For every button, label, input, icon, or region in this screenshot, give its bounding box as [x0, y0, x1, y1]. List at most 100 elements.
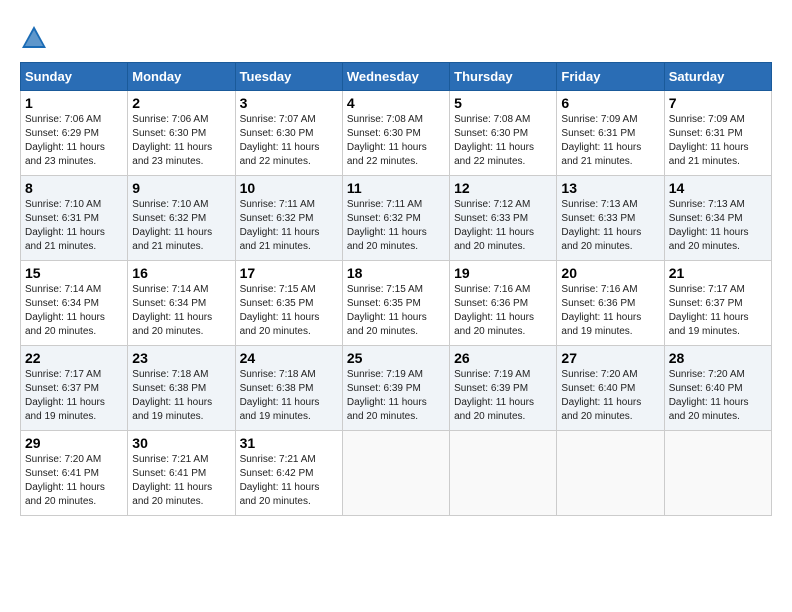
day-cell-3: 3 Sunrise: 7:07 AMSunset: 6:30 PMDayligh…: [235, 91, 342, 176]
day-info: Sunrise: 7:11 AMSunset: 6:32 PMDaylight:…: [240, 199, 320, 252]
day-number: 15: [25, 265, 123, 281]
day-info: Sunrise: 7:09 AMSunset: 6:31 PMDaylight:…: [561, 114, 641, 167]
day-cell-20: 20 Sunrise: 7:16 AMSunset: 6:36 PMDaylig…: [557, 261, 664, 346]
day-info: Sunrise: 7:12 AMSunset: 6:33 PMDaylight:…: [454, 199, 534, 252]
day-cell-23: 23 Sunrise: 7:18 AMSunset: 6:38 PMDaylig…: [128, 346, 235, 431]
day-cell-11: 11 Sunrise: 7:11 AMSunset: 6:32 PMDaylig…: [342, 176, 449, 261]
week-row-1: 1 Sunrise: 7:06 AMSunset: 6:29 PMDayligh…: [21, 91, 772, 176]
day-cell-6: 6 Sunrise: 7:09 AMSunset: 6:31 PMDayligh…: [557, 91, 664, 176]
day-number: 24: [240, 350, 338, 366]
day-info: Sunrise: 7:19 AMSunset: 6:39 PMDaylight:…: [347, 369, 427, 422]
day-cell-7: 7 Sunrise: 7:09 AMSunset: 6:31 PMDayligh…: [664, 91, 771, 176]
day-number: 23: [132, 350, 230, 366]
day-number: 14: [669, 180, 767, 196]
day-info: Sunrise: 7:06 AMSunset: 6:30 PMDaylight:…: [132, 114, 212, 167]
day-info: Sunrise: 7:10 AMSunset: 6:32 PMDaylight:…: [132, 199, 212, 252]
day-info: Sunrise: 7:14 AMSunset: 6:34 PMDaylight:…: [132, 284, 212, 337]
day-cell-5: 5 Sunrise: 7:08 AMSunset: 6:30 PMDayligh…: [450, 91, 557, 176]
day-cell-10: 10 Sunrise: 7:11 AMSunset: 6:32 PMDaylig…: [235, 176, 342, 261]
day-info: Sunrise: 7:18 AMSunset: 6:38 PMDaylight:…: [132, 369, 212, 422]
day-number: 22: [25, 350, 123, 366]
day-info: Sunrise: 7:20 AMSunset: 6:40 PMDaylight:…: [669, 369, 749, 422]
day-number: 27: [561, 350, 659, 366]
day-cell-24: 24 Sunrise: 7:18 AMSunset: 6:38 PMDaylig…: [235, 346, 342, 431]
day-cell-14: 14 Sunrise: 7:13 AMSunset: 6:34 PMDaylig…: [664, 176, 771, 261]
day-number: 20: [561, 265, 659, 281]
day-info: Sunrise: 7:13 AMSunset: 6:33 PMDaylight:…: [561, 199, 641, 252]
day-header-wednesday: Wednesday: [342, 63, 449, 91]
day-info: Sunrise: 7:15 AMSunset: 6:35 PMDaylight:…: [240, 284, 320, 337]
day-info: Sunrise: 7:08 AMSunset: 6:30 PMDaylight:…: [454, 114, 534, 167]
empty-cell: [342, 431, 449, 516]
week-row-4: 22 Sunrise: 7:17 AMSunset: 6:37 PMDaylig…: [21, 346, 772, 431]
day-header-saturday: Saturday: [664, 63, 771, 91]
empty-cell: [557, 431, 664, 516]
logo: [20, 20, 52, 52]
logo-icon: [20, 24, 48, 52]
day-cell-21: 21 Sunrise: 7:17 AMSunset: 6:37 PMDaylig…: [664, 261, 771, 346]
day-cell-8: 8 Sunrise: 7:10 AMSunset: 6:31 PMDayligh…: [21, 176, 128, 261]
week-row-3: 15 Sunrise: 7:14 AMSunset: 6:34 PMDaylig…: [21, 261, 772, 346]
day-number: 13: [561, 180, 659, 196]
day-number: 26: [454, 350, 552, 366]
day-cell-16: 16 Sunrise: 7:14 AMSunset: 6:34 PMDaylig…: [128, 261, 235, 346]
day-cell-19: 19 Sunrise: 7:16 AMSunset: 6:36 PMDaylig…: [450, 261, 557, 346]
day-number: 9: [132, 180, 230, 196]
day-number: 8: [25, 180, 123, 196]
day-cell-28: 28 Sunrise: 7:20 AMSunset: 6:40 PMDaylig…: [664, 346, 771, 431]
day-number: 30: [132, 435, 230, 451]
day-number: 12: [454, 180, 552, 196]
day-number: 11: [347, 180, 445, 196]
day-number: 3: [240, 95, 338, 111]
day-info: Sunrise: 7:21 AMSunset: 6:41 PMDaylight:…: [132, 454, 212, 507]
day-cell-31: 31 Sunrise: 7:21 AMSunset: 6:42 PMDaylig…: [235, 431, 342, 516]
day-cell-22: 22 Sunrise: 7:17 AMSunset: 6:37 PMDaylig…: [21, 346, 128, 431]
day-cell-9: 9 Sunrise: 7:10 AMSunset: 6:32 PMDayligh…: [128, 176, 235, 261]
day-info: Sunrise: 7:20 AMSunset: 6:40 PMDaylight:…: [561, 369, 641, 422]
day-info: Sunrise: 7:08 AMSunset: 6:30 PMDaylight:…: [347, 114, 427, 167]
calendar-header: [20, 20, 772, 52]
day-number: 18: [347, 265, 445, 281]
day-number: 4: [347, 95, 445, 111]
day-info: Sunrise: 7:07 AMSunset: 6:30 PMDaylight:…: [240, 114, 320, 167]
day-cell-27: 27 Sunrise: 7:20 AMSunset: 6:40 PMDaylig…: [557, 346, 664, 431]
day-cell-2: 2 Sunrise: 7:06 AMSunset: 6:30 PMDayligh…: [128, 91, 235, 176]
day-number: 19: [454, 265, 552, 281]
week-row-5: 29 Sunrise: 7:20 AMSunset: 6:41 PMDaylig…: [21, 431, 772, 516]
day-info: Sunrise: 7:13 AMSunset: 6:34 PMDaylight:…: [669, 199, 749, 252]
calendar-header-row: SundayMondayTuesdayWednesdayThursdayFrid…: [21, 63, 772, 91]
day-info: Sunrise: 7:21 AMSunset: 6:42 PMDaylight:…: [240, 454, 320, 507]
day-header-friday: Friday: [557, 63, 664, 91]
day-cell-4: 4 Sunrise: 7:08 AMSunset: 6:30 PMDayligh…: [342, 91, 449, 176]
day-number: 17: [240, 265, 338, 281]
day-header-sunday: Sunday: [21, 63, 128, 91]
day-cell-29: 29 Sunrise: 7:20 AMSunset: 6:41 PMDaylig…: [21, 431, 128, 516]
day-header-tuesday: Tuesday: [235, 63, 342, 91]
calendar-table: SundayMondayTuesdayWednesdayThursdayFrid…: [20, 62, 772, 516]
day-number: 16: [132, 265, 230, 281]
day-info: Sunrise: 7:20 AMSunset: 6:41 PMDaylight:…: [25, 454, 105, 507]
day-number: 7: [669, 95, 767, 111]
day-number: 31: [240, 435, 338, 451]
day-number: 28: [669, 350, 767, 366]
day-number: 1: [25, 95, 123, 111]
day-info: Sunrise: 7:16 AMSunset: 6:36 PMDaylight:…: [454, 284, 534, 337]
day-number: 6: [561, 95, 659, 111]
day-number: 5: [454, 95, 552, 111]
day-info: Sunrise: 7:10 AMSunset: 6:31 PMDaylight:…: [25, 199, 105, 252]
day-cell-30: 30 Sunrise: 7:21 AMSunset: 6:41 PMDaylig…: [128, 431, 235, 516]
day-info: Sunrise: 7:18 AMSunset: 6:38 PMDaylight:…: [240, 369, 320, 422]
day-cell-13: 13 Sunrise: 7:13 AMSunset: 6:33 PMDaylig…: [557, 176, 664, 261]
day-cell-12: 12 Sunrise: 7:12 AMSunset: 6:33 PMDaylig…: [450, 176, 557, 261]
day-number: 29: [25, 435, 123, 451]
day-cell-26: 26 Sunrise: 7:19 AMSunset: 6:39 PMDaylig…: [450, 346, 557, 431]
day-info: Sunrise: 7:06 AMSunset: 6:29 PMDaylight:…: [25, 114, 105, 167]
day-info: Sunrise: 7:11 AMSunset: 6:32 PMDaylight:…: [347, 199, 427, 252]
empty-cell: [664, 431, 771, 516]
day-info: Sunrise: 7:19 AMSunset: 6:39 PMDaylight:…: [454, 369, 534, 422]
day-cell-15: 15 Sunrise: 7:14 AMSunset: 6:34 PMDaylig…: [21, 261, 128, 346]
day-cell-17: 17 Sunrise: 7:15 AMSunset: 6:35 PMDaylig…: [235, 261, 342, 346]
day-info: Sunrise: 7:17 AMSunset: 6:37 PMDaylight:…: [25, 369, 105, 422]
day-number: 10: [240, 180, 338, 196]
day-number: 21: [669, 265, 767, 281]
